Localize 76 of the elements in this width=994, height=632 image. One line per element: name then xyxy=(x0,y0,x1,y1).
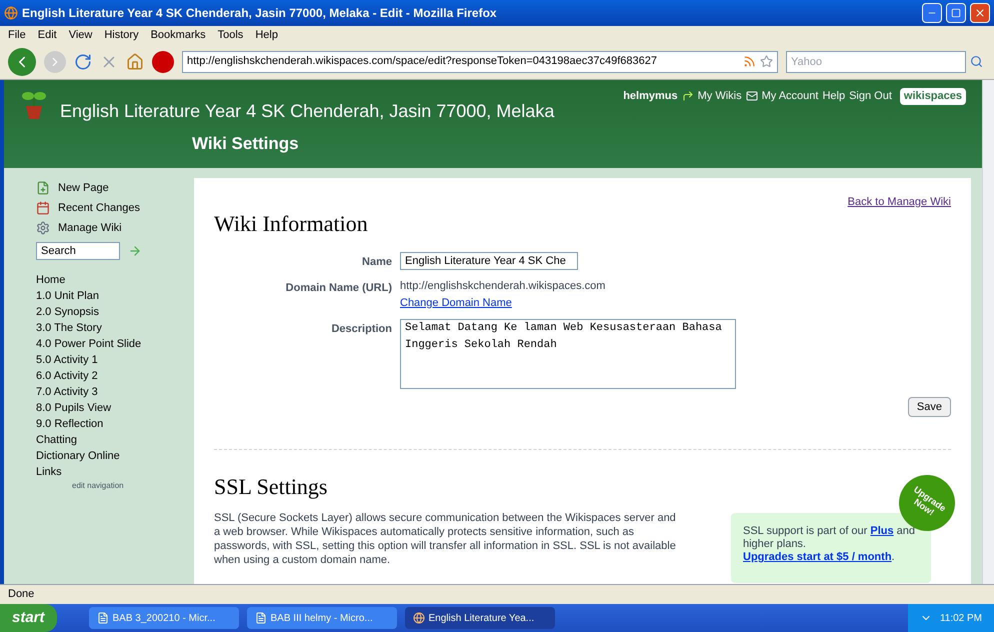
ssl-description: SSL (Secure Sockets Layer) allows secure communication between the Wikispaces server and a web browser. While Wikispaces automatically protects sensitive information, such as passwords, with SSL, setting this option will transfer all information in SSL. SSL is not available when using a custom domain name. xyxy=(214,511,677,568)
back-button[interactable] xyxy=(8,48,36,76)
reload-icon[interactable] xyxy=(74,52,92,70)
minimize-button[interactable] xyxy=(922,3,942,23)
sidebar-action[interactable]: Recent Changes xyxy=(36,198,194,218)
save-button[interactable]: Save xyxy=(908,397,951,417)
nav-link[interactable]: 5.0 Activity 1 xyxy=(36,352,194,368)
document-icon xyxy=(254,612,267,624)
nav-link[interactable]: 1.0 Unit Plan xyxy=(36,288,194,304)
menu-item[interactable]: Tools xyxy=(218,26,244,44)
nav-link[interactable]: 6.0 Activity 2 xyxy=(36,368,194,384)
menu-item[interactable]: File xyxy=(8,26,26,44)
page-title: Wiki Settings xyxy=(192,133,300,155)
address-field[interactable]: http://englishskchenderah.wikispaces.com/space/edit?responseToken=043198aec37c49f683627 xyxy=(182,50,778,72)
web-search-field[interactable]: Yahoo xyxy=(786,50,966,72)
user-name[interactable]: helmymus xyxy=(623,88,678,104)
nav-link[interactable]: 3.0 The Story xyxy=(36,320,194,336)
clock: 11:02 PM xyxy=(940,612,982,626)
start-button[interactable]: start xyxy=(0,604,57,632)
new-page-icon xyxy=(36,181,50,195)
nav-link[interactable]: Chatting xyxy=(36,432,194,448)
nav-link[interactable]: Home xyxy=(36,272,194,288)
browser-icon xyxy=(412,612,425,624)
field-label: Description xyxy=(330,322,392,337)
upgrade-link[interactable]: Upgrades start at $5 / month xyxy=(743,551,892,563)
header-link[interactable]: My Account xyxy=(762,88,818,104)
menu-item[interactable]: Edit xyxy=(38,26,57,44)
go-arrow-icon[interactable] xyxy=(128,244,142,258)
maximize-icon xyxy=(951,8,961,18)
close-icon xyxy=(974,7,986,19)
taskbar-button[interactable]: English Literature Yea... xyxy=(404,607,555,629)
nav-link[interactable]: 7.0 Activity 3 xyxy=(36,384,194,400)
taskbar-button[interactable]: BAB 3_200210 - Micr... xyxy=(88,607,239,629)
site-title: English Literature Year 4 SK Chenderah, Jasin 77000, Melaka xyxy=(60,100,554,123)
browser-icon xyxy=(4,6,18,20)
domain-url: http://englishskchenderah.wikispaces.com xyxy=(400,279,606,294)
header-link[interactable]: Sign Out xyxy=(849,88,892,104)
close-button[interactable] xyxy=(970,3,990,23)
back-link[interactable]: Back to Manage Wiki xyxy=(848,194,951,210)
description-field[interactable]: Selamat Datang Ke laman Web Kesusasteraan Bahasa Inggeris Sekolah Rendah xyxy=(400,319,736,389)
taskbar-button[interactable]: BAB III helmy - Micro... xyxy=(246,607,397,629)
gear-icon xyxy=(36,221,50,235)
nav-link[interactable]: 4.0 Power Point Slide xyxy=(36,336,194,352)
name-field[interactable]: English Literature Year 4 SK Che xyxy=(400,252,578,270)
field-label: Domain Name (URL) xyxy=(284,281,392,296)
field-label: Name xyxy=(361,254,392,270)
nav-link[interactable]: Dictionary Online xyxy=(36,448,194,464)
nav-link[interactable]: 8.0 Pupils View xyxy=(36,400,194,416)
window-title: English Literature Year 4 SK Chenderah, Jasin 77000, Melaka - Edit - Mozilla Firefox xyxy=(22,5,498,22)
section-heading: SSL Settings xyxy=(214,473,328,501)
maximize-button[interactable] xyxy=(946,3,966,23)
search-icon[interactable] xyxy=(970,55,983,68)
status-text: Done xyxy=(8,587,34,602)
header-link[interactable]: Help xyxy=(822,88,846,104)
change-domain-link[interactable]: Change Domain Name xyxy=(400,294,606,311)
feed-icon[interactable] xyxy=(743,55,756,68)
document-icon xyxy=(96,612,109,624)
menu-item[interactable]: History xyxy=(104,26,139,44)
menu-item[interactable]: View xyxy=(68,26,92,44)
sidebar-action[interactable]: Manage Wiki xyxy=(36,218,194,238)
home-icon[interactable] xyxy=(126,52,144,70)
nav-link[interactable]: 2.0 Synopsis xyxy=(36,304,194,320)
mail-icon[interactable] xyxy=(746,90,758,102)
nav-link[interactable]: Links xyxy=(36,464,194,480)
header-link[interactable]: My Wikis xyxy=(698,88,742,104)
arrow-icon xyxy=(682,90,694,102)
section-heading: Wiki Information xyxy=(214,210,369,238)
menu-item[interactable]: Bookmarks xyxy=(150,26,206,44)
sidebar-action[interactable]: New Page xyxy=(36,178,194,198)
wikispaces-logo[interactable]: wikispaces xyxy=(900,88,966,104)
nav-link[interactable]: 9.0 Reflection xyxy=(36,416,194,432)
star-icon[interactable] xyxy=(760,55,773,68)
calendar-icon xyxy=(36,201,50,215)
edit-navigation-link[interactable]: edit navigation xyxy=(72,480,194,492)
wiki-search-field[interactable]: Search xyxy=(36,242,120,260)
menu-item[interactable]: Help xyxy=(255,26,278,44)
